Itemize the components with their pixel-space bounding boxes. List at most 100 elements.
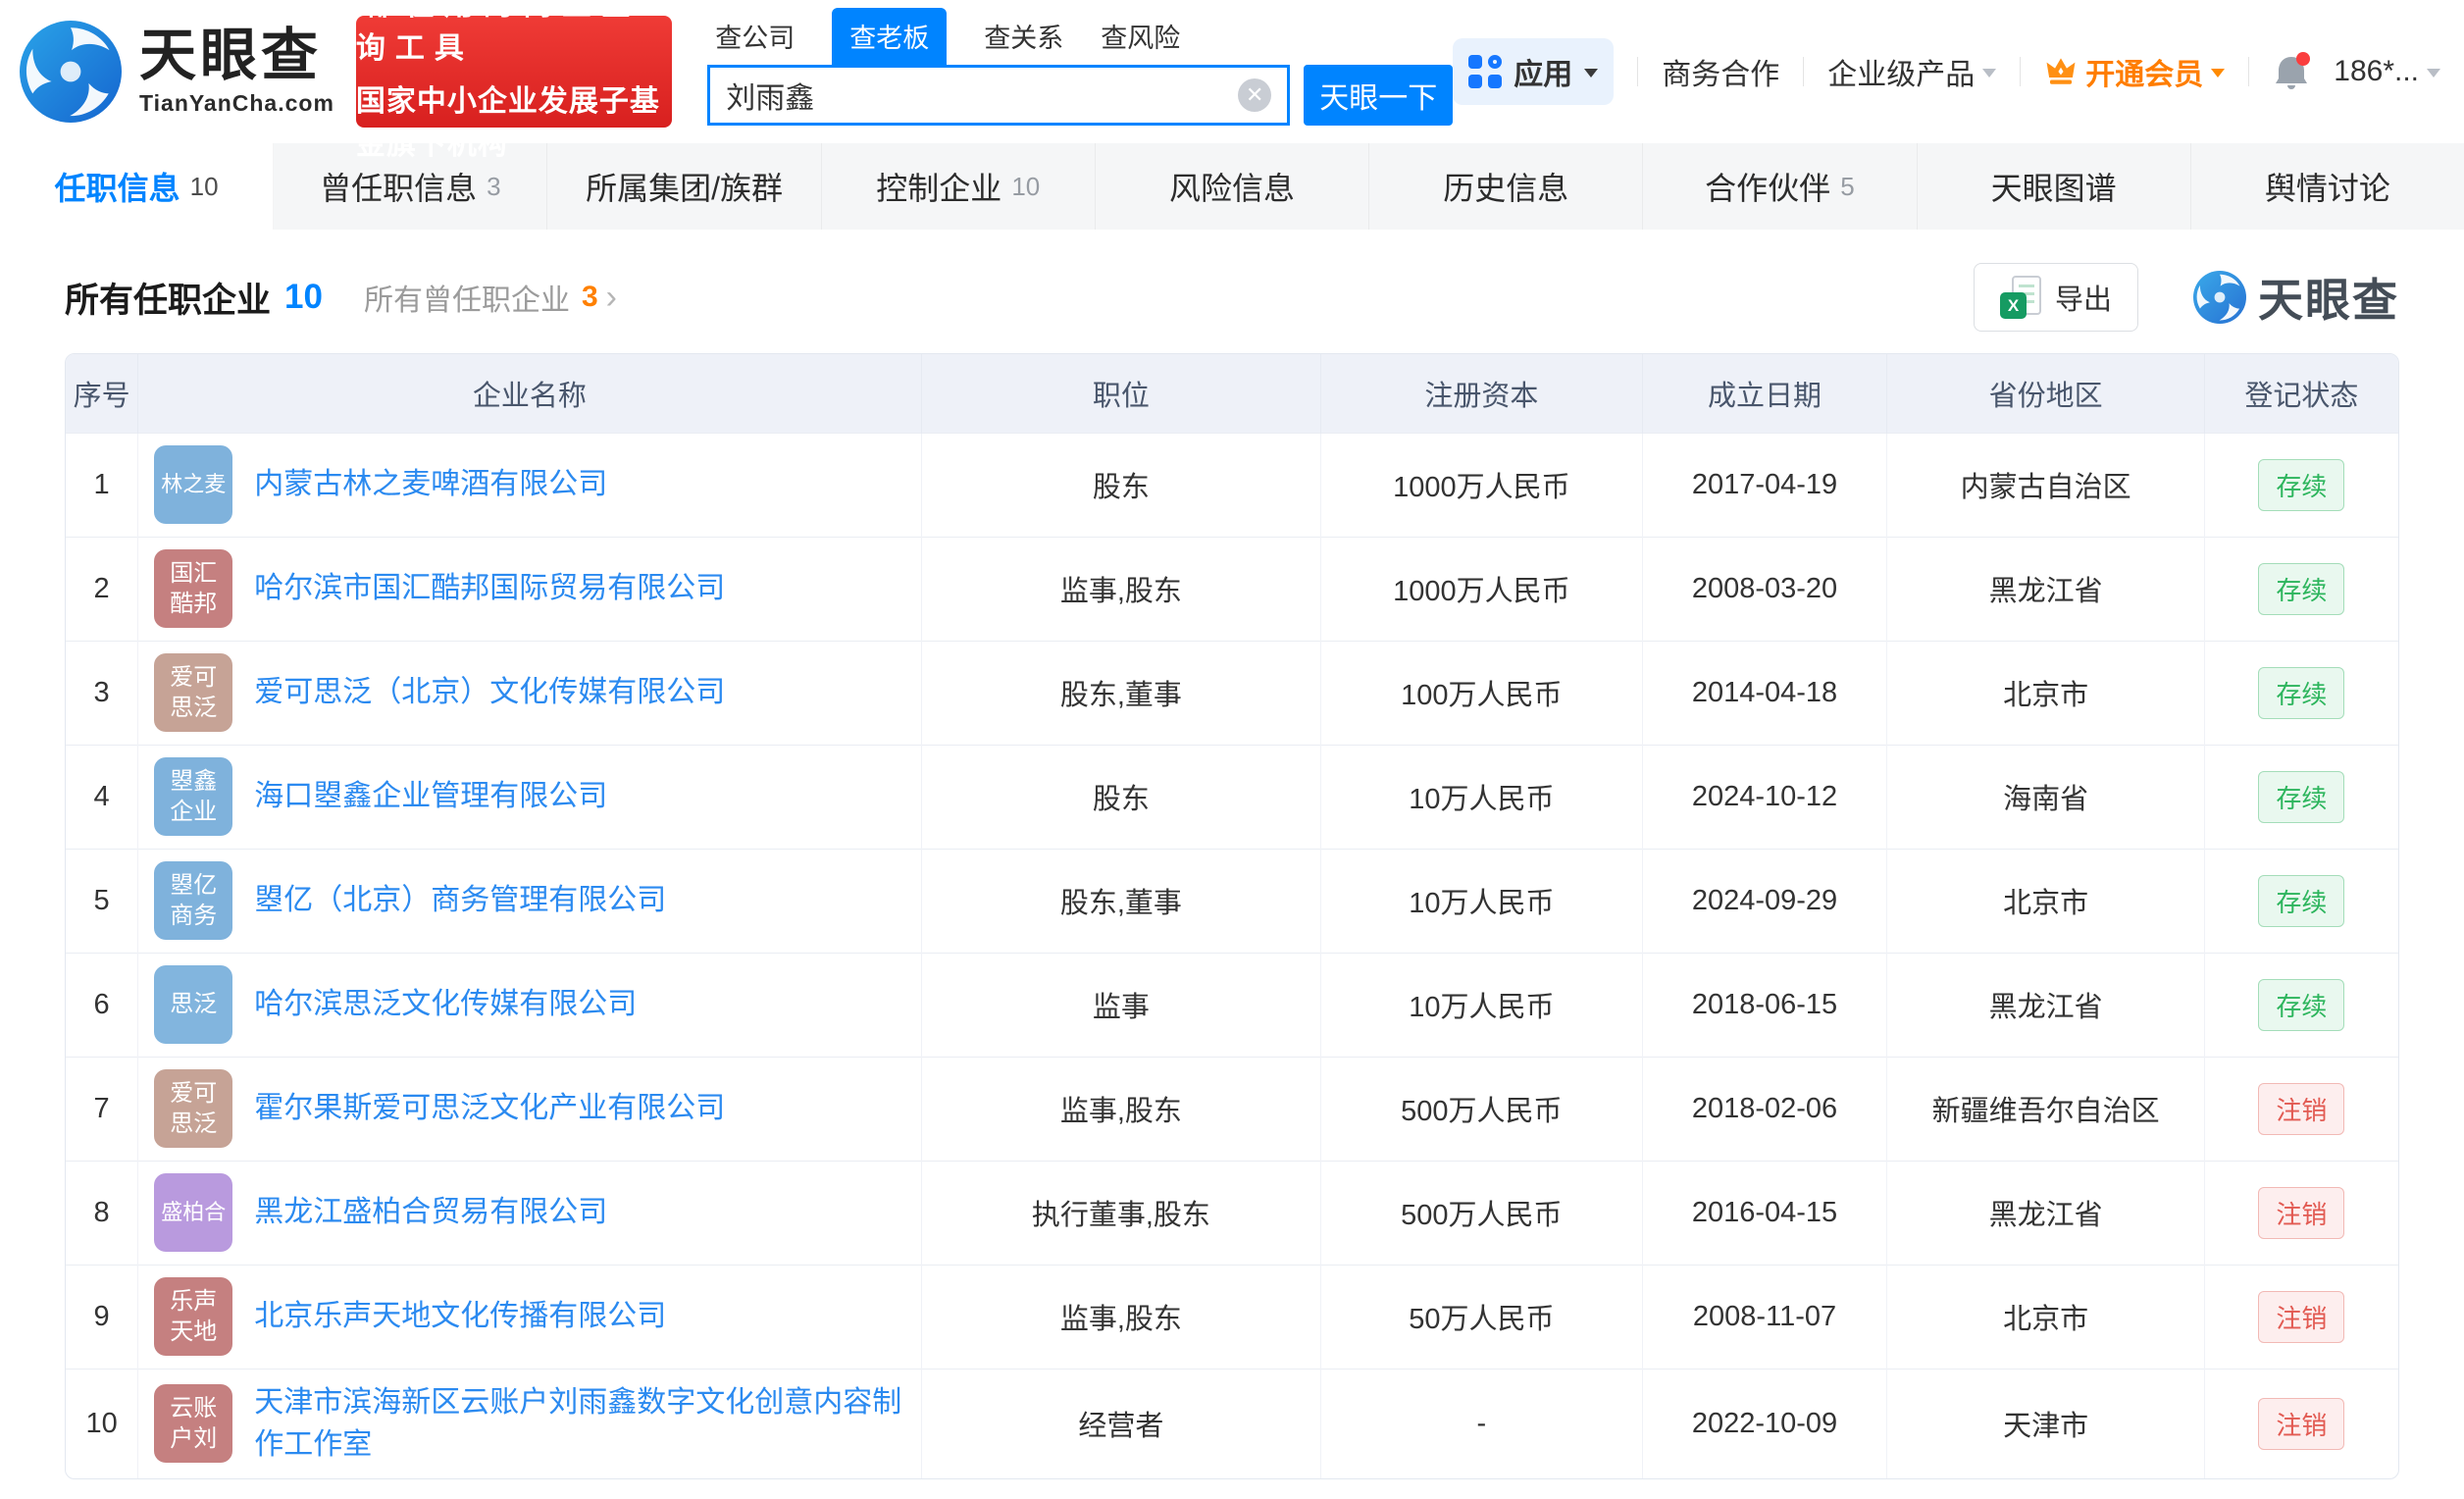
page-tab-0[interactable]: 任职信息 10	[0, 143, 275, 230]
table-header-row: 序号 企业名称 职位 注册资本 成立日期 省份地区 登记状态	[66, 354, 2398, 433]
company-cell: 林之麦 内蒙古林之麦啤酒有限公司	[137, 432, 922, 537]
established-date-cell: 2022-10-09	[1642, 1368, 1888, 1478]
established-date-cell: 2018-06-15	[1642, 952, 1888, 1057]
nav-enterprise-products[interactable]: 企业级产品	[1827, 50, 1997, 93]
tab-label: 任职信息	[54, 171, 180, 206]
position-cell: 经营者	[921, 1368, 1322, 1478]
tab-count: 3	[487, 171, 501, 201]
page-tab-6[interactable]: 合作伙伴 5	[1643, 143, 1918, 230]
account-menu[interactable]: 186*...	[2334, 55, 2440, 88]
status-cell: 存续	[2204, 952, 2398, 1057]
region-cell: 黑龙江省	[1886, 536, 2205, 641]
company-cell: 乐声 天地 北京乐声天地文化传播有限公司	[137, 1264, 922, 1369]
company-logo-tile[interactable]: 乐声 天地	[154, 1277, 233, 1356]
former-positions-count: 3	[581, 281, 598, 313]
registered-capital-cell: 10万人民币	[1320, 744, 1643, 849]
tab-label: 风险信息	[1168, 171, 1295, 206]
notifications-bell[interactable]	[2273, 51, 2311, 92]
registered-capital-cell: 10万人民币	[1320, 952, 1643, 1057]
search-input[interactable]	[726, 78, 1239, 112]
page-tab-3[interactable]: 控制企业 10	[822, 143, 1096, 230]
nav-business-cooperation[interactable]: 商务合作	[1662, 50, 1779, 93]
position-cell: 股东	[921, 744, 1322, 849]
company-logo-tile[interactable]: 林之麦	[154, 445, 233, 524]
nav-vip-upgrade[interactable]: 开通会员	[2044, 50, 2226, 93]
search-tab-3[interactable]: 查风险	[1101, 17, 1180, 65]
company-cell: 思泛 哈尔滨思泛文化传媒有限公司	[137, 952, 922, 1057]
table-row: 7 爱可 思泛 霍尔果斯爱可思泛文化产业有限公司 监事,股东 500万人民币 2018-02…	[66, 1056, 2398, 1161]
apps-menu[interactable]: 应用	[1453, 38, 1615, 105]
company-name-link[interactable]: 爱可思泛（北京）文化传媒有限公司	[254, 671, 725, 714]
company-cell: 盛柏合 黑龙江盛柏合贸易有限公司	[137, 1160, 922, 1265]
region-cell: 北京市	[1886, 848, 2205, 953]
company-name-link[interactable]: 曌亿（北京）商务管理有限公司	[254, 879, 666, 922]
established-date-cell: 2014-04-18	[1642, 640, 1888, 745]
company-logo-tile[interactable]: 盛柏合	[154, 1173, 233, 1252]
status-badge: 注销	[2258, 1397, 2345, 1450]
tab-count: 10	[1011, 171, 1041, 201]
company-cell: 云账 户刘 天津市滨海新区云账户刘雨鑫数字文化创意内容制作工作室	[137, 1368, 922, 1478]
row-number: 8	[66, 1160, 139, 1265]
company-name-link[interactable]: 北京乐声天地文化传播有限公司	[254, 1295, 666, 1338]
tianyancha-logo[interactable]: 天眼查 TianYanCha.com	[20, 21, 334, 123]
registered-capital-cell: 50万人民币	[1320, 1264, 1643, 1369]
company-logo-tile[interactable]: 爱可 思泛	[154, 653, 233, 732]
company-logo-tile[interactable]: 曌亿 商务	[154, 861, 233, 940]
region-cell: 北京市	[1886, 1264, 2205, 1369]
status-badge: 存续	[2258, 978, 2345, 1031]
export-label: 导出	[2054, 284, 2112, 316]
established-date-cell: 2017-04-19	[1642, 432, 1888, 537]
tab-label: 天眼图谱	[1990, 171, 2117, 206]
chevron-down-icon	[2427, 68, 2440, 84]
clear-search-icon[interactable]: ✕	[1238, 78, 1272, 112]
search-tab-0[interactable]: 查公司	[715, 17, 795, 65]
page-tab-1[interactable]: 曾任职信息 3	[274, 143, 548, 230]
column-header: 省份地区	[1886, 354, 2205, 433]
company-name-link[interactable]: 黑龙江盛柏合贸易有限公司	[254, 1191, 607, 1234]
promo-banner[interactable]: 都在用的商业查询工具 国家中小企业发展子基金旗下机构	[355, 0, 673, 161]
tab-label: 控制企业	[876, 171, 1002, 206]
company-name-link[interactable]: 天津市滨海新区云账户刘雨鑫数字文化创意内容制作工作室	[254, 1381, 902, 1467]
company-logo-tile[interactable]: 云账 户刘	[154, 1384, 233, 1463]
company-name-link[interactable]: 内蒙古林之麦啤酒有限公司	[254, 463, 607, 506]
table-row: 2 国汇 酷邦 哈尔滨市国汇酷邦国际贸易有限公司 监事,股东 1000万人民币 2008-0…	[66, 536, 2398, 641]
search-button[interactable]: 天眼一下	[1304, 65, 1454, 126]
tab-label: 合作伙伴	[1705, 171, 1831, 206]
status-cell: 注销	[2204, 1264, 2398, 1369]
former-positions-label: 所有曾任职企业	[363, 284, 570, 317]
tab-label: 曾任职信息	[320, 171, 478, 206]
status-badge: 存续	[2258, 458, 2345, 511]
section-title-count: 10	[284, 278, 323, 316]
chevron-down-icon	[1584, 68, 1599, 84]
company-logo-tile[interactable]: 思泛	[154, 965, 233, 1044]
company-cell: 爱可 思泛 爱可思泛（北京）文化传媒有限公司	[137, 640, 922, 745]
page-tab-5[interactable]: 历史信息	[1369, 143, 1644, 230]
search-tab-1[interactable]: 查老板	[832, 8, 948, 65]
position-cell: 执行董事,股东	[921, 1160, 1322, 1265]
established-date-cell: 2008-11-07	[1642, 1264, 1888, 1369]
excel-icon: X	[1999, 276, 2041, 319]
status-badge: 存续	[2258, 874, 2345, 927]
export-button[interactable]: X 导出	[1973, 263, 2138, 332]
tab-label: 所属集团/族群	[586, 171, 783, 206]
search-tab-2[interactable]: 查关系	[984, 17, 1063, 65]
company-name-link[interactable]: 哈尔滨市国汇酷邦国际贸易有限公司	[254, 567, 725, 610]
company-name-link[interactable]: 海口曌鑫企业管理有限公司	[254, 775, 607, 818]
company-logo-tile[interactable]: 爱可 思泛	[154, 1069, 233, 1148]
established-date-cell: 2024-10-12	[1642, 744, 1888, 849]
former-positions-link[interactable]: 所有曾任职企业 3 ›	[364, 276, 617, 319]
page-tab-4[interactable]: 风险信息	[1096, 143, 1370, 230]
page-tab-8[interactable]: 舆情讨论	[2191, 143, 2464, 230]
company-logo-tile[interactable]: 曌鑫 企业	[154, 757, 233, 836]
company-name-link[interactable]: 哈尔滨思泛文化传媒有限公司	[254, 983, 637, 1026]
page-tab-2[interactable]: 所属集团/族群	[547, 143, 822, 230]
row-number: 3	[66, 640, 139, 745]
page-tab-7[interactable]: 天眼图谱	[1918, 143, 2191, 230]
section-head: 所有任职企业 10 所有曾任职企业 3 › X 导出 天眼查	[0, 230, 2464, 353]
company-name-link[interactable]: 霍尔果斯爱可思泛文化产业有限公司	[254, 1087, 725, 1130]
row-number: 5	[66, 848, 139, 953]
status-cell: 存续	[2204, 432, 2398, 537]
region-cell: 海南省	[1886, 744, 2205, 849]
company-logo-tile[interactable]: 国汇 酷邦	[154, 549, 233, 628]
page: 天眼查 TianYanCha.com 都在用的商业查询工具 国家中小企业发展子基…	[0, 0, 2464, 1499]
